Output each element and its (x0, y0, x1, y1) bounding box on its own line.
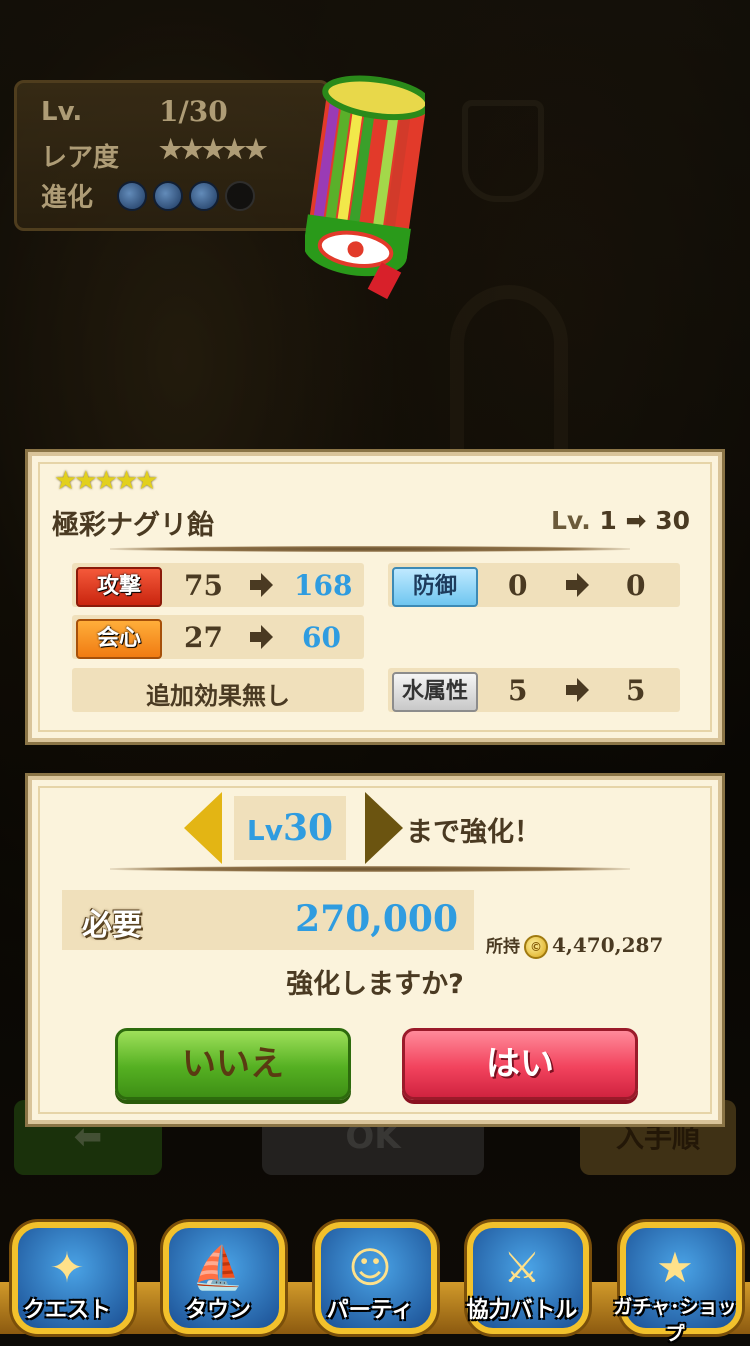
level-decrease-icon[interactable] (184, 792, 222, 864)
critical-tag: 会心 (76, 619, 162, 659)
evolution-orb-icon (189, 180, 219, 211)
nav-label: 協力バトル (466, 1298, 578, 1323)
nav-coop-battle[interactable]: ⚔ 協力バトル (457, 1222, 589, 1334)
required-cost: 必要 270,000 (62, 890, 474, 950)
attack-tag: 攻撃 (76, 567, 162, 607)
quest-map-icon: ✦ (49, 1243, 85, 1292)
stat-extra-effect: 追加効果無し (72, 668, 364, 712)
water-from: 5 (508, 674, 528, 707)
nav-label: クエスト (22, 1298, 111, 1323)
critical-from: 27 (184, 621, 223, 654)
item-name: 極彩ナグリ飴 (52, 510, 214, 541)
coop-battle-shield-icon: ⚔ (503, 1243, 541, 1292)
attack-to: 168 (294, 569, 353, 602)
defense-from: 0 (508, 569, 528, 602)
rarity-stars: ★★★★★ (159, 135, 268, 165)
defense-to: 0 (626, 569, 646, 602)
nav-label: パーティ (326, 1298, 414, 1323)
required-value: 270,000 (295, 898, 458, 940)
nav-label: タウン (184, 1298, 251, 1323)
target-level-value: 30 (282, 807, 334, 849)
divider (110, 546, 630, 552)
bottom-nav: ✦ クエスト ⛵ タウン ☺ パーティ ⚔ 協力バトル ★ ガチャ･ショップ (0, 1222, 750, 1345)
gacha-star-icon: ★ (656, 1243, 694, 1292)
level-prefix: Lv. (551, 506, 591, 535)
level-from: 1 (599, 506, 617, 535)
nav-label: ガチャ･ショップ (613, 1296, 737, 1345)
nav-quest[interactable]: ✦ クエスト (2, 1222, 134, 1334)
level-to: 30 (655, 506, 690, 535)
evolution-orb-empty-icon (225, 180, 255, 211)
nav-town[interactable]: ⛵ タウン (153, 1222, 285, 1334)
extra-effect-text: 追加効果無し (146, 682, 290, 710)
nav-gacha-shop[interactable]: ★ ガチャ･ショップ (610, 1222, 742, 1345)
detail-stars: ★★★★★ (54, 466, 159, 496)
owned-label: 所持 (486, 937, 520, 957)
town-ship-icon: ⛵ (191, 1243, 245, 1292)
attack-from: 75 (184, 569, 223, 602)
critical-to: 60 (302, 621, 341, 654)
candy-drum-icon (305, 75, 425, 300)
owned-value: 4,470,287 (552, 933, 664, 957)
level-label: Lv. (41, 97, 83, 127)
yes-button[interactable]: はい (402, 1028, 638, 1100)
stat-critical: 会心 27 60 (72, 615, 364, 659)
confirm-question: 強化しますか? (286, 969, 464, 1000)
rarity-label: レア度 (41, 143, 120, 173)
evolution-orb-icon (117, 180, 147, 211)
stat-defense: 防御 0 0 (388, 563, 680, 607)
coin-icon: © (524, 935, 548, 959)
required-label: 必要 (82, 908, 142, 943)
evolution-orb-icon (153, 180, 183, 211)
evolution-label: 進化 (41, 183, 94, 213)
arrow-icon: ➡ (625, 506, 647, 535)
owned-coins: 所持 © 4,470,287 (486, 932, 663, 959)
stat-water: 水属性 5 5 (388, 668, 680, 712)
level-increase-icon[interactable] (365, 792, 403, 864)
enhance-until-text: まで強化！ (406, 817, 541, 848)
level-value: 1/30 (159, 95, 228, 128)
nav-party[interactable]: ☺ パーティ (305, 1222, 437, 1334)
target-level-prefix: Lv (246, 814, 283, 847)
no-button[interactable]: いいえ (115, 1028, 351, 1100)
water-to: 5 (626, 674, 646, 707)
party-members-icon: ☺ (348, 1243, 392, 1292)
evolution-indicators (117, 177, 261, 211)
water-tag: 水属性 (392, 672, 478, 712)
item-info-panel: Lv. 1/30 レア度 ★★★★★ 進化 (14, 80, 330, 231)
divider (110, 866, 630, 872)
target-level: Lv30 (234, 796, 346, 860)
level-range: Lv. 1 ➡ 30 (551, 506, 690, 535)
defense-tag: 防御 (392, 567, 478, 607)
stat-attack: 攻撃 75 168 (72, 563, 364, 607)
